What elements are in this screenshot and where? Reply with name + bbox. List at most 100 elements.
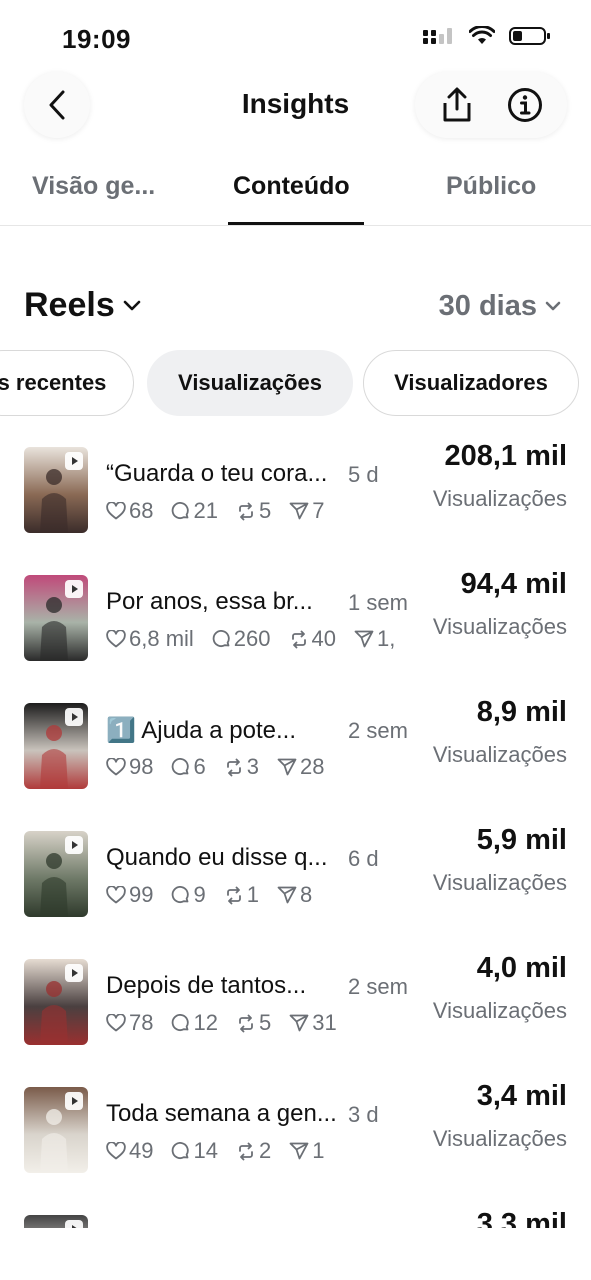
reel-metric-value: 4,0 mil bbox=[476, 952, 567, 984]
reel-caption: “Guarda o teu cora... bbox=[106, 460, 328, 487]
reposts-stat: 2 bbox=[236, 1138, 271, 1164]
reel-metric-label: Visualizações bbox=[432, 870, 567, 895]
reel-thumbnail[interactable] bbox=[24, 575, 88, 661]
heart-icon bbox=[106, 886, 126, 904]
reel-row[interactable]: Por anos, essa br... 1 sem 6,8 mil 260 40 1, V… bbox=[0, 560, 591, 688]
reposts-count: 3 bbox=[246, 754, 259, 779]
reel-metric-label: Visualizações bbox=[432, 998, 567, 1023]
comment-icon bbox=[172, 885, 190, 903]
reel-caption: Por anos, essa br... bbox=[106, 588, 313, 615]
status-bar: 19:09 bbox=[0, 0, 591, 70]
heart-icon bbox=[106, 630, 126, 648]
reel-age: 2 sem bbox=[342, 718, 412, 744]
content-type-dropdown[interactable]: Reels bbox=[24, 286, 141, 325]
reel-caption: Quando eu disse q... bbox=[106, 844, 328, 871]
reel-row[interactable]: Quando eu disse q... 6 d 99 9 1 8 Visualizaçõe… bbox=[0, 816, 591, 944]
reel-metric-value: 3,3 mil bbox=[476, 1208, 567, 1228]
status-time: 19:09 bbox=[62, 24, 131, 54]
comments-count: 21 bbox=[193, 498, 218, 523]
period-dropdown[interactable]: 30 dias bbox=[439, 290, 561, 323]
send-icon bbox=[277, 758, 297, 776]
reel-row[interactable]: 3,3 mil bbox=[0, 1200, 591, 1228]
likes-stat: 68 bbox=[106, 498, 153, 524]
comment-icon bbox=[212, 629, 230, 647]
comments-stat: 14 bbox=[171, 1138, 218, 1164]
reposts-count: 1 bbox=[246, 882, 259, 907]
reel-stats: 6,8 mil 260 40 1, bbox=[106, 624, 408, 654]
reel-metric-value: 94,4 mil bbox=[460, 568, 567, 600]
chip-views[interactable]: Visualizações bbox=[147, 350, 353, 416]
period-label: 30 dias bbox=[438, 290, 537, 322]
chip-viewers[interactable]: Visualizadores bbox=[363, 350, 579, 416]
reel-thumbnail[interactable] bbox=[24, 959, 88, 1045]
repost-icon bbox=[226, 758, 241, 776]
likes-stat: 99 bbox=[106, 882, 153, 908]
likes-count: 6,8 mil bbox=[129, 626, 194, 651]
repost-icon bbox=[291, 630, 306, 648]
likes-stat: 49 bbox=[106, 1138, 153, 1164]
reel-stats: 98 6 3 28 bbox=[106, 752, 408, 782]
reel-stats: 49 14 2 1 bbox=[106, 1136, 408, 1166]
comments-count: 260 bbox=[233, 626, 271, 651]
info-button[interactable] bbox=[497, 77, 553, 133]
shares-count: 1 bbox=[312, 1138, 325, 1163]
reel-caption: Toda semana a gen... bbox=[106, 1100, 337, 1127]
reel-age: 6 d bbox=[342, 846, 412, 872]
send-icon bbox=[289, 1142, 309, 1160]
play-icon bbox=[65, 1220, 83, 1228]
play-icon bbox=[65, 1092, 83, 1110]
reels-list: “Guarda o teu cora... 5 d 68 21 5 7 Visualizaç… bbox=[0, 432, 591, 1228]
signal-icon bbox=[423, 28, 452, 44]
reel-thumbnail[interactable] bbox=[24, 703, 88, 789]
tab-content[interactable]: Conteúdo bbox=[233, 172, 350, 201]
comments-count: 12 bbox=[193, 1010, 218, 1035]
reel-metric-value: 3,4 mil bbox=[476, 1080, 567, 1112]
likes-stat: 6,8 mil bbox=[106, 626, 194, 652]
tab-overview[interactable]: Visão ge... bbox=[32, 172, 155, 201]
likes-count: 98 bbox=[129, 754, 154, 779]
reel-thumbnail[interactable] bbox=[24, 1087, 88, 1173]
shares-stat: 1 bbox=[289, 1138, 324, 1164]
comment-icon bbox=[172, 1141, 190, 1159]
comment-icon bbox=[172, 501, 190, 519]
reel-metric-label: Visualizações bbox=[432, 1126, 567, 1151]
play-icon bbox=[65, 964, 83, 982]
reel-caption: 1️⃣ Ajuda a pote... bbox=[106, 717, 297, 744]
reposts-count: 2 bbox=[258, 1138, 272, 1163]
reel-metric-label: Visualizações bbox=[432, 614, 567, 639]
reel-stats: 78 12 5 31 bbox=[106, 1008, 408, 1038]
play-icon bbox=[65, 836, 83, 854]
status-icons bbox=[423, 26, 551, 46]
reel-thumbnail[interactable] bbox=[24, 1215, 88, 1228]
sort-chips: s recentes Visualizações Visualizadores bbox=[0, 350, 591, 416]
tab-audience[interactable]: Público bbox=[446, 172, 536, 201]
reel-age: 5 d bbox=[342, 462, 412, 488]
reel-thumbnail[interactable] bbox=[24, 831, 88, 917]
shares-count: 31 bbox=[312, 1010, 337, 1035]
reel-row[interactable]: Depois de tantos... 2 sem 78 12 5 31 Visualiza… bbox=[0, 944, 591, 1072]
chip-recent[interactable]: s recentes bbox=[0, 350, 134, 416]
reposts-stat: 1 bbox=[224, 882, 259, 908]
comments-stat: 6 bbox=[171, 754, 206, 780]
shares-count: 8 bbox=[299, 882, 313, 907]
reel-row[interactable]: Toda semana a gen... 3 d 49 14 2 1 Visualizaçõ… bbox=[0, 1072, 591, 1200]
likes-count: 78 bbox=[129, 1010, 154, 1035]
reel-stats: 99 9 1 8 bbox=[106, 880, 408, 910]
reel-metric-value: 208,1 mil bbox=[444, 440, 567, 472]
reel-metric-label: Visualizações bbox=[432, 486, 567, 511]
play-icon bbox=[65, 708, 83, 726]
nav-header: Insights bbox=[0, 70, 591, 142]
likes-stat: 98 bbox=[106, 754, 153, 780]
shares-count: 1, bbox=[377, 626, 396, 651]
comments-count: 6 bbox=[193, 754, 206, 779]
reel-thumbnail[interactable] bbox=[24, 447, 88, 533]
heart-icon bbox=[106, 502, 126, 520]
reel-row[interactable]: “Guarda o teu cora... 5 d 68 21 5 7 Visualizaç… bbox=[0, 432, 591, 560]
repost-icon bbox=[239, 1014, 253, 1032]
shares-count: 7 bbox=[312, 498, 325, 523]
share-button[interactable] bbox=[429, 77, 485, 133]
reposts-stat: 5 bbox=[236, 1010, 271, 1036]
reel-row[interactable]: 1️⃣ Ajuda a pote... 2 sem 98 6 3 28 Visualizaç… bbox=[0, 688, 591, 816]
heart-icon bbox=[106, 758, 126, 776]
heart-icon bbox=[106, 1142, 126, 1160]
